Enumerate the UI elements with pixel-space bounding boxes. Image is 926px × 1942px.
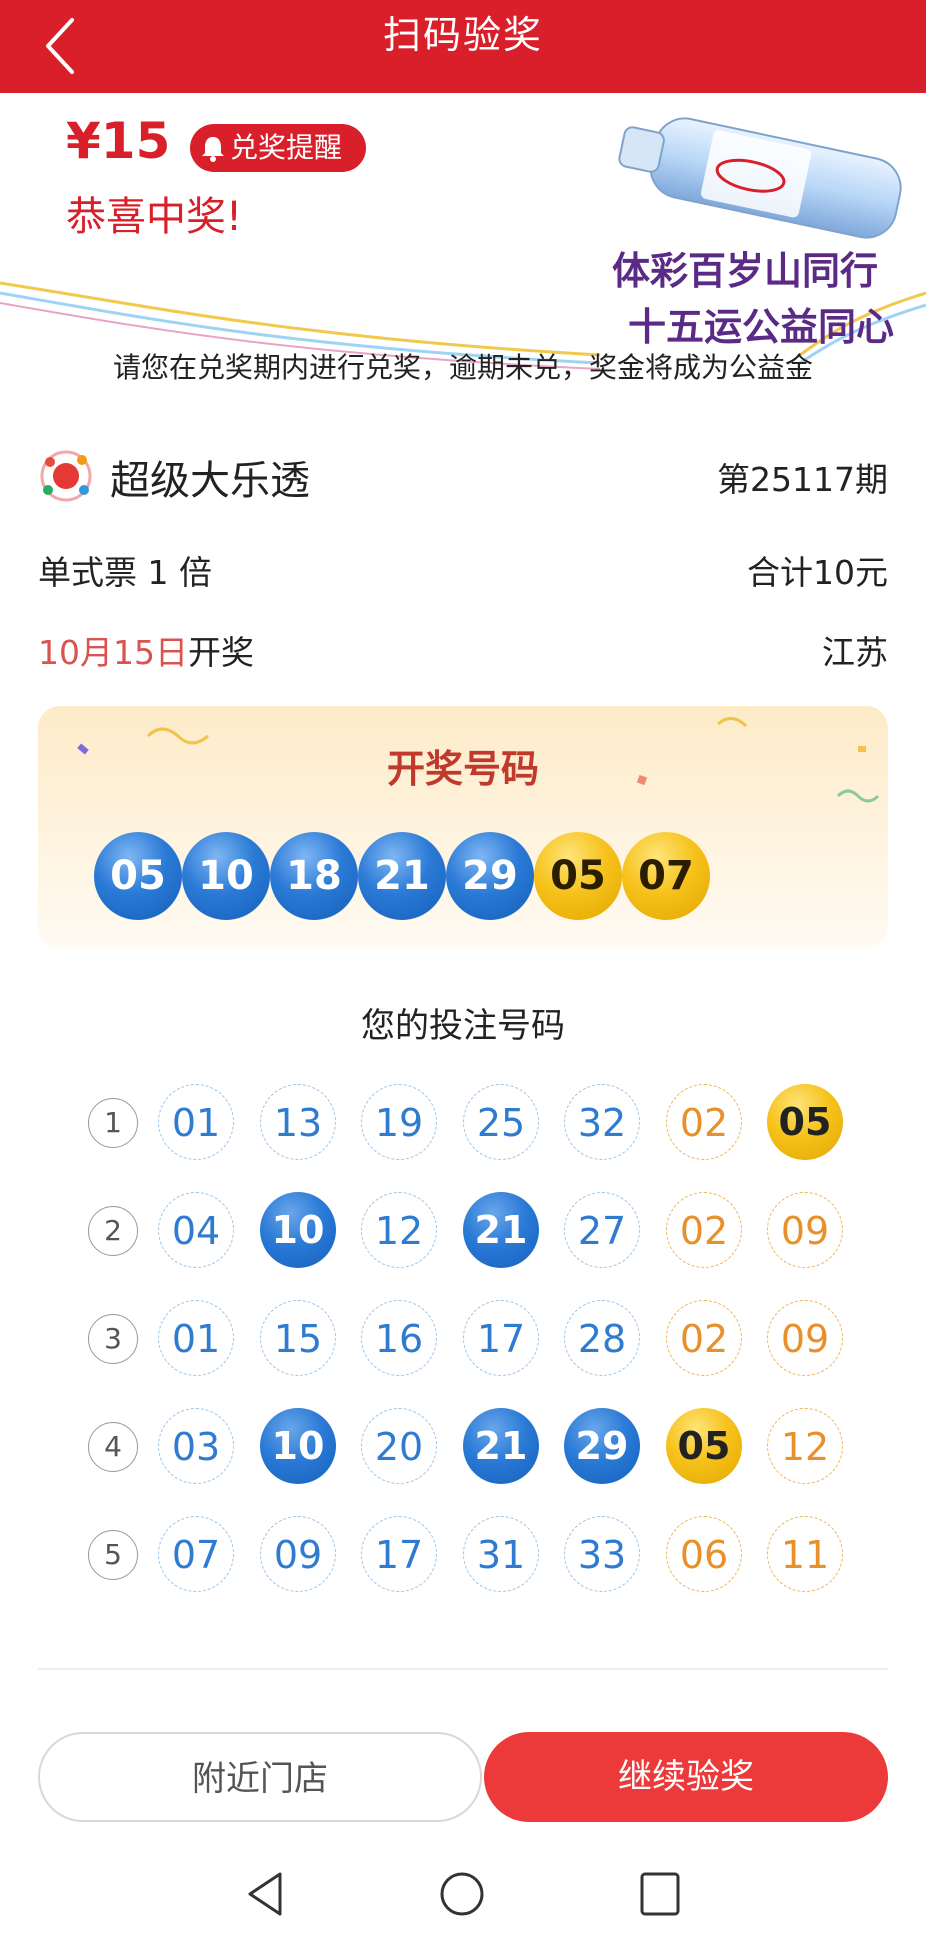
congrats-text: 恭喜中奖! (66, 194, 243, 240)
bet-front-number: 01 (158, 1300, 234, 1376)
nav-back-icon[interactable] (242, 1868, 288, 1920)
ticket-type-row: 单式票 1 倍 合计10元 (38, 546, 888, 594)
divider (38, 1668, 888, 1670)
winning-numbers-title: 开奖号码 (386, 747, 539, 791)
bet-front-number: 21 (463, 1192, 539, 1268)
bet-front-number: 10 (260, 1192, 336, 1268)
bet-front-number: 28 (564, 1300, 640, 1376)
nearby-stores-button[interactable]: 附近门店 (38, 1732, 482, 1822)
redeem-reminder-button[interactable]: 兑奖提醒 (190, 124, 366, 172)
winning-back-ball: 07 (622, 832, 710, 920)
winning-front-ball: 21 (358, 832, 446, 920)
bet-front-number: 29 (564, 1408, 640, 1484)
winning-back-ball: 05 (534, 832, 622, 920)
ticket-type: 单式票 1 倍 (38, 553, 212, 592)
ad-slogan-line2: 十五运公益同心 (628, 304, 895, 349)
bet-front-number: 20 (361, 1408, 437, 1484)
your-bets-title: 您的投注号码 (361, 1006, 565, 1046)
lottery-name: 超级大乐透 (110, 458, 310, 504)
draw-date-suffix: 开奖 (187, 633, 254, 672)
region: 江苏 (822, 633, 888, 672)
bet-back-number: 02 (666, 1192, 742, 1268)
draw-date-row: 10月15日开奖 江苏 (38, 626, 888, 674)
bet-front-number: 04 (158, 1192, 234, 1268)
page-title: 扫码验奖 (382, 13, 543, 57)
bet-back-number: 12 (767, 1408, 843, 1484)
bet-row-index: 3 (88, 1314, 138, 1364)
prize-amount: ¥15 (66, 112, 171, 170)
lottery-logo-icon (40, 450, 92, 502)
bet-front-number: 32 (564, 1084, 640, 1160)
bet-row-index: 4 (88, 1422, 138, 1472)
bet-front-number: 17 (463, 1300, 539, 1376)
bet-back-number: 06 (666, 1516, 742, 1592)
bet-back-number: 11 (767, 1516, 843, 1592)
bet-back-number: 02 (666, 1300, 742, 1376)
winning-front-ball: 18 (270, 832, 358, 920)
bet-front-number: 31 (463, 1516, 539, 1592)
bet-front-number: 01 (158, 1084, 234, 1160)
bet-back-number: 09 (767, 1300, 843, 1376)
bet-front-number: 25 (463, 1084, 539, 1160)
winning-numbers-card: 开奖号码 05 10 18 21 29 05 07 (38, 706, 888, 948)
bet-back-number: 05 (666, 1408, 742, 1484)
issue-number: 第25117期 (717, 460, 888, 499)
bet-back-number: 09 (767, 1192, 843, 1268)
reminder-label: 兑奖提醒 (230, 131, 343, 164)
bet-front-number: 10 (260, 1408, 336, 1484)
nav-home-icon[interactable] (438, 1870, 486, 1918)
winning-front-ball: 29 (446, 832, 534, 920)
top-bar: 扫码验奖 (0, 0, 926, 93)
bet-front-number: 13 (260, 1084, 336, 1160)
bet-front-number: 17 (361, 1516, 437, 1592)
system-nav-bar (0, 1846, 926, 1942)
nav-recents-icon[interactable] (638, 1870, 684, 1918)
bell-icon (202, 137, 224, 162)
ad-slogan-line1: 体彩百岁山同行 (612, 248, 879, 293)
redeem-notice: 请您在兑奖期内进行兑奖，逾期未兑，奖金将成为公益金 (112, 351, 813, 384)
bet-front-number: 09 (260, 1516, 336, 1592)
bet-front-number: 33 (564, 1516, 640, 1592)
ticket-total: 合计10元 (747, 553, 888, 592)
bet-front-number: 03 (158, 1408, 234, 1484)
bet-front-number: 21 (463, 1408, 539, 1484)
continue-check-button[interactable]: 继续验奖 (484, 1732, 888, 1822)
winning-front-ball: 05 (94, 832, 182, 920)
bet-front-number: 15 (260, 1300, 336, 1376)
bet-front-number: 27 (564, 1192, 640, 1268)
bet-front-number: 19 (361, 1084, 437, 1160)
bet-front-number: 12 (361, 1192, 437, 1268)
bet-row-index: 5 (88, 1530, 138, 1580)
bet-front-number: 07 (158, 1516, 234, 1592)
bet-front-number: 16 (361, 1300, 437, 1376)
bet-back-number: 02 (666, 1084, 742, 1160)
draw-date: 10月15日 (38, 633, 188, 672)
winning-front-ball: 10 (182, 832, 270, 920)
water-bottle-ad-image (618, 117, 902, 239)
bet-row-index: 2 (88, 1206, 138, 1256)
bet-row-index: 1 (88, 1098, 138, 1148)
bet-back-number: 05 (767, 1084, 843, 1160)
